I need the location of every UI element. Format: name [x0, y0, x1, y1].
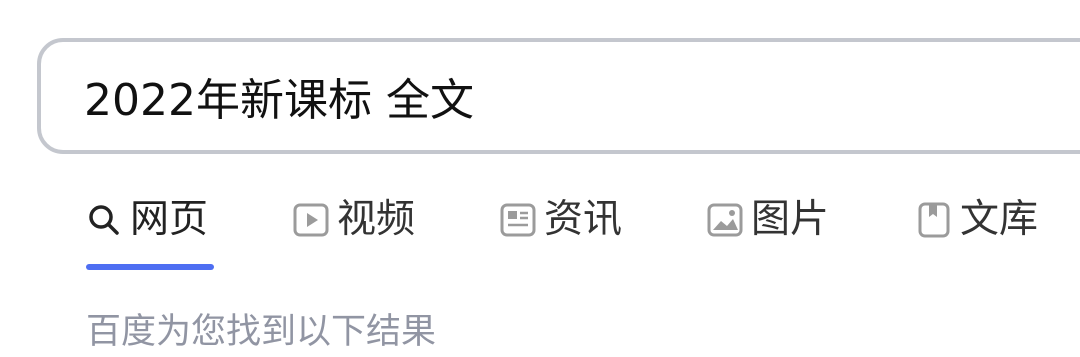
- search-box[interactable]: [37, 38, 1080, 154]
- tab-images[interactable]: 图片: [707, 190, 829, 250]
- tab-label: 资讯: [544, 197, 623, 242]
- result-summary: 百度为您找到以下结果: [86, 312, 437, 352]
- image-icon: [707, 202, 743, 238]
- tab-web[interactable]: 网页: [86, 190, 208, 250]
- video-play-icon: [293, 202, 329, 238]
- tab-news[interactable]: 资讯: [500, 190, 622, 250]
- document-icon: [916, 202, 952, 238]
- tab-label: 图片: [751, 197, 830, 242]
- tab-library[interactable]: 文库: [916, 190, 1038, 250]
- tab-label: 视频: [337, 197, 416, 242]
- search-results-page: 网页 视频 资讯: [0, 0, 1080, 357]
- search-icon: [86, 202, 122, 238]
- tab-video[interactable]: 视频: [293, 190, 415, 250]
- search-input[interactable]: [41, 42, 984, 150]
- news-icon: [500, 202, 536, 238]
- tab-label: 网页: [130, 197, 209, 242]
- search-tabs: 网页 视频 资讯 图片 文库: [0, 190, 1080, 270]
- tab-label: 文库: [960, 197, 1039, 242]
- active-tab-indicator: [86, 264, 214, 270]
